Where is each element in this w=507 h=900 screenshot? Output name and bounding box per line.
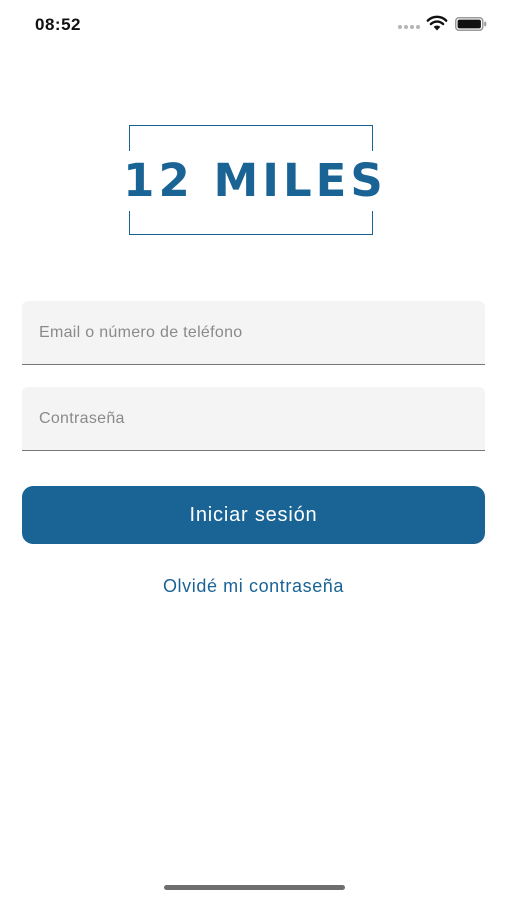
email-field-container <box>22 301 485 365</box>
home-indicator <box>164 885 345 890</box>
logo-frame <box>129 125 373 126</box>
forgot-password-link[interactable]: Olvidé mi contraseña <box>0 576 507 597</box>
status-bar: 08:52 <box>0 0 507 50</box>
signal-dots-icon <box>398 25 420 29</box>
status-time: 08:52 <box>35 15 81 34</box>
password-field-container <box>22 387 485 451</box>
battery-icon <box>455 17 487 31</box>
password-input[interactable] <box>22 387 485 450</box>
email-input[interactable] <box>22 301 485 364</box>
logo-text: 12 MILES <box>116 151 394 211</box>
login-button[interactable]: Iniciar sesión <box>22 486 485 544</box>
app-logo: 12 MILES <box>116 125 394 237</box>
wifi-icon <box>426 15 448 31</box>
logo-frame <box>129 234 373 235</box>
